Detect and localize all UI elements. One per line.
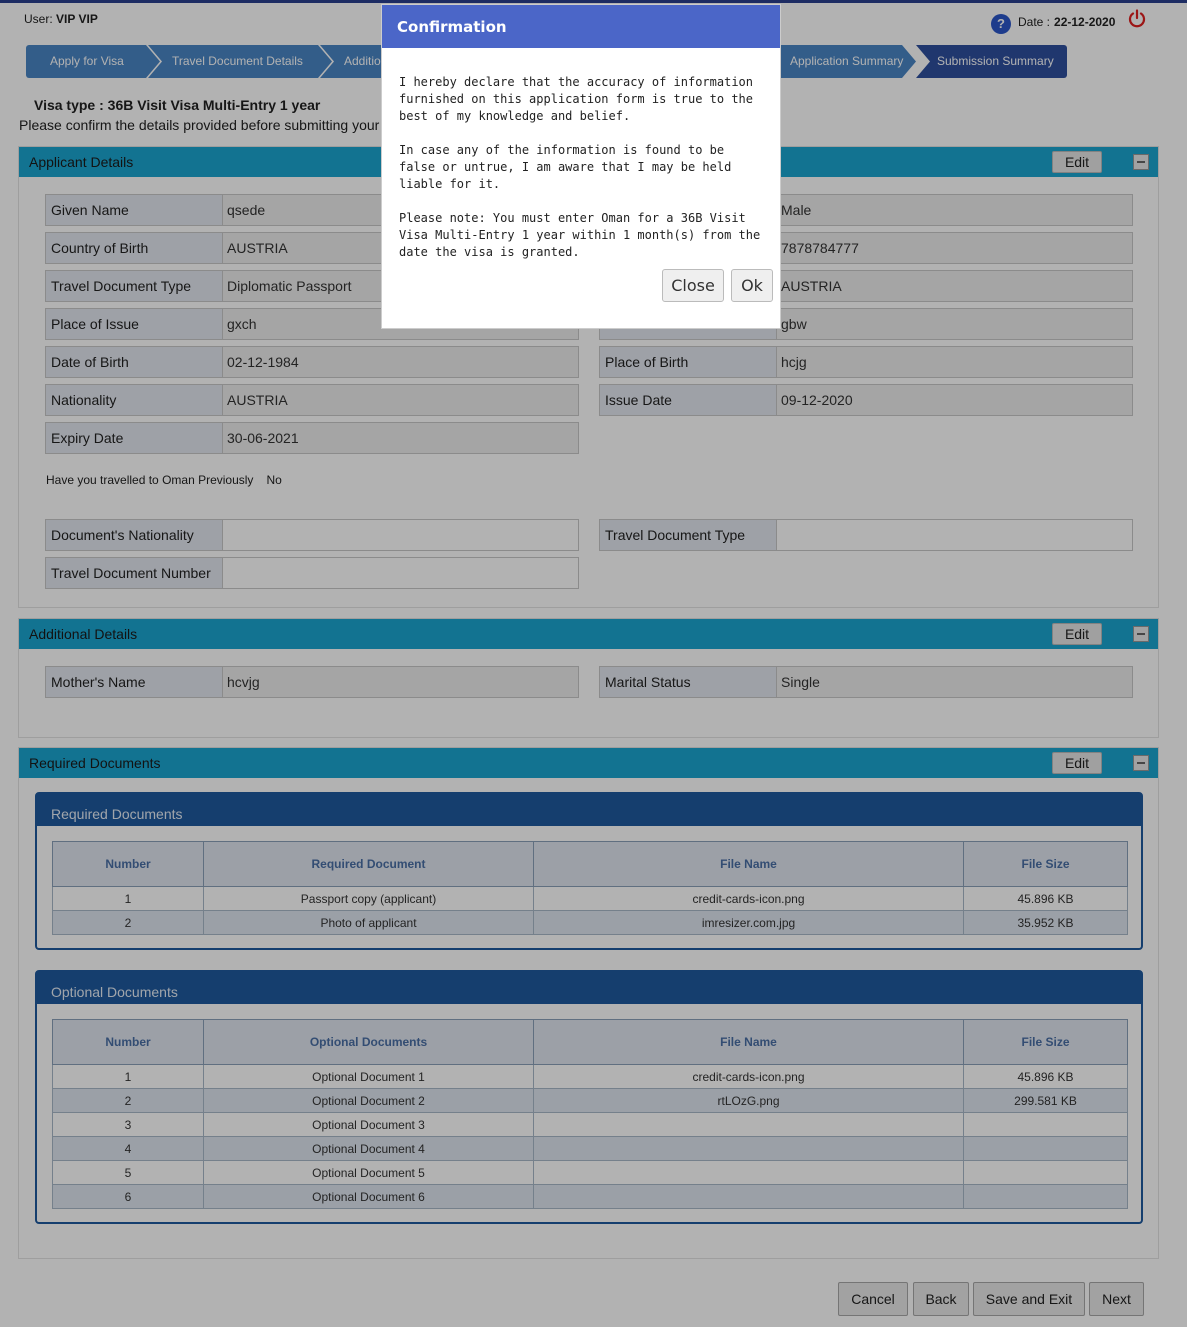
confirmation-dialog: Confirmation I hereby declare that the a… — [381, 4, 781, 329]
ok-button[interactable]: Ok — [731, 269, 773, 302]
dialog-body: I hereby declare that the accuracy of in… — [382, 48, 780, 261]
entry-note-text: Please note: You must enter Oman for a 3… — [399, 211, 761, 259]
dialog-title: Confirmation — [382, 5, 780, 48]
close-button[interactable]: Close — [662, 269, 724, 302]
liability-text: In case any of the information is found … — [399, 143, 732, 191]
declaration-text: I hereby declare that the accuracy of in… — [399, 75, 754, 123]
